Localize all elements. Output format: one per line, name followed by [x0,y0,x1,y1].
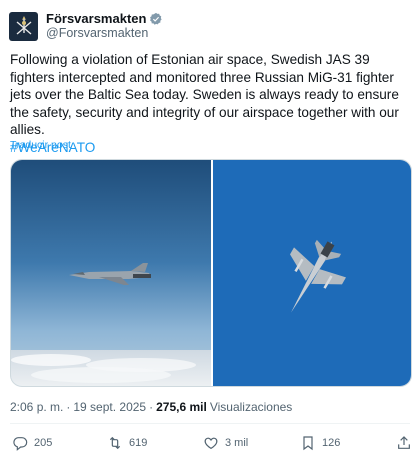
meta-separator: · [149,400,154,414]
bookmark-count: 126 [322,437,341,449]
tweet-time[interactable]: 2:06 p. m. [10,400,63,414]
swedish-armed-forces-emblem-icon [16,16,31,35]
like-button[interactable]: 3 mil [203,435,248,451]
reply-icon [13,437,28,451]
verified-badge-icon [150,12,163,25]
reply-count: 205 [34,437,53,449]
media-grid [10,159,412,387]
photo-left-image [11,160,211,386]
like-count: 3 mil [225,437,249,449]
photo-mig31-underside[interactable] [213,160,411,386]
meta-separator: · [66,400,71,414]
tweet-card: Försvarsmakten @Forsvarsmakten Following… [0,0,420,463]
bookmark-button[interactable]: 126 [300,435,340,451]
share-icon [398,436,410,449]
repost-button[interactable]: 619 [107,435,147,451]
reply-button[interactable]: 205 [12,435,52,451]
tweet-header: Försvarsmakten @Forsvarsmakten [9,10,163,42]
repost-icon [109,436,121,450]
action-bar: 205 619 3 mil 126 [10,434,412,452]
repost-count: 619 [129,437,148,449]
tweet-body: Following a violation of Estonian air sp… [10,52,399,138]
heart-icon [204,437,218,450]
views-count: 275,6 mil [156,400,207,414]
author-names: Försvarsmakten @Forsvarsmakten [46,11,163,41]
divider [10,423,410,424]
tweet-meta: 2:06 p. m. · 19 sept. 2025 · 275,6 mil V… [10,400,292,414]
views-label: Visualizaciones [209,400,293,414]
avatar[interactable] [9,11,38,41]
translate-post-link[interactable]: Traducir post [10,139,71,151]
bookmark-icon [303,436,313,451]
author-display-name[interactable]: Försvarsmakten [46,11,146,26]
tweet-date[interactable]: 19 sept. 2025 [73,400,146,414]
share-button[interactable] [396,435,412,451]
author-handle[interactable]: @Forsvarsmakten [46,26,163,41]
photo-mig31-side-view[interactable] [11,160,211,386]
photo-right-image [213,160,411,386]
